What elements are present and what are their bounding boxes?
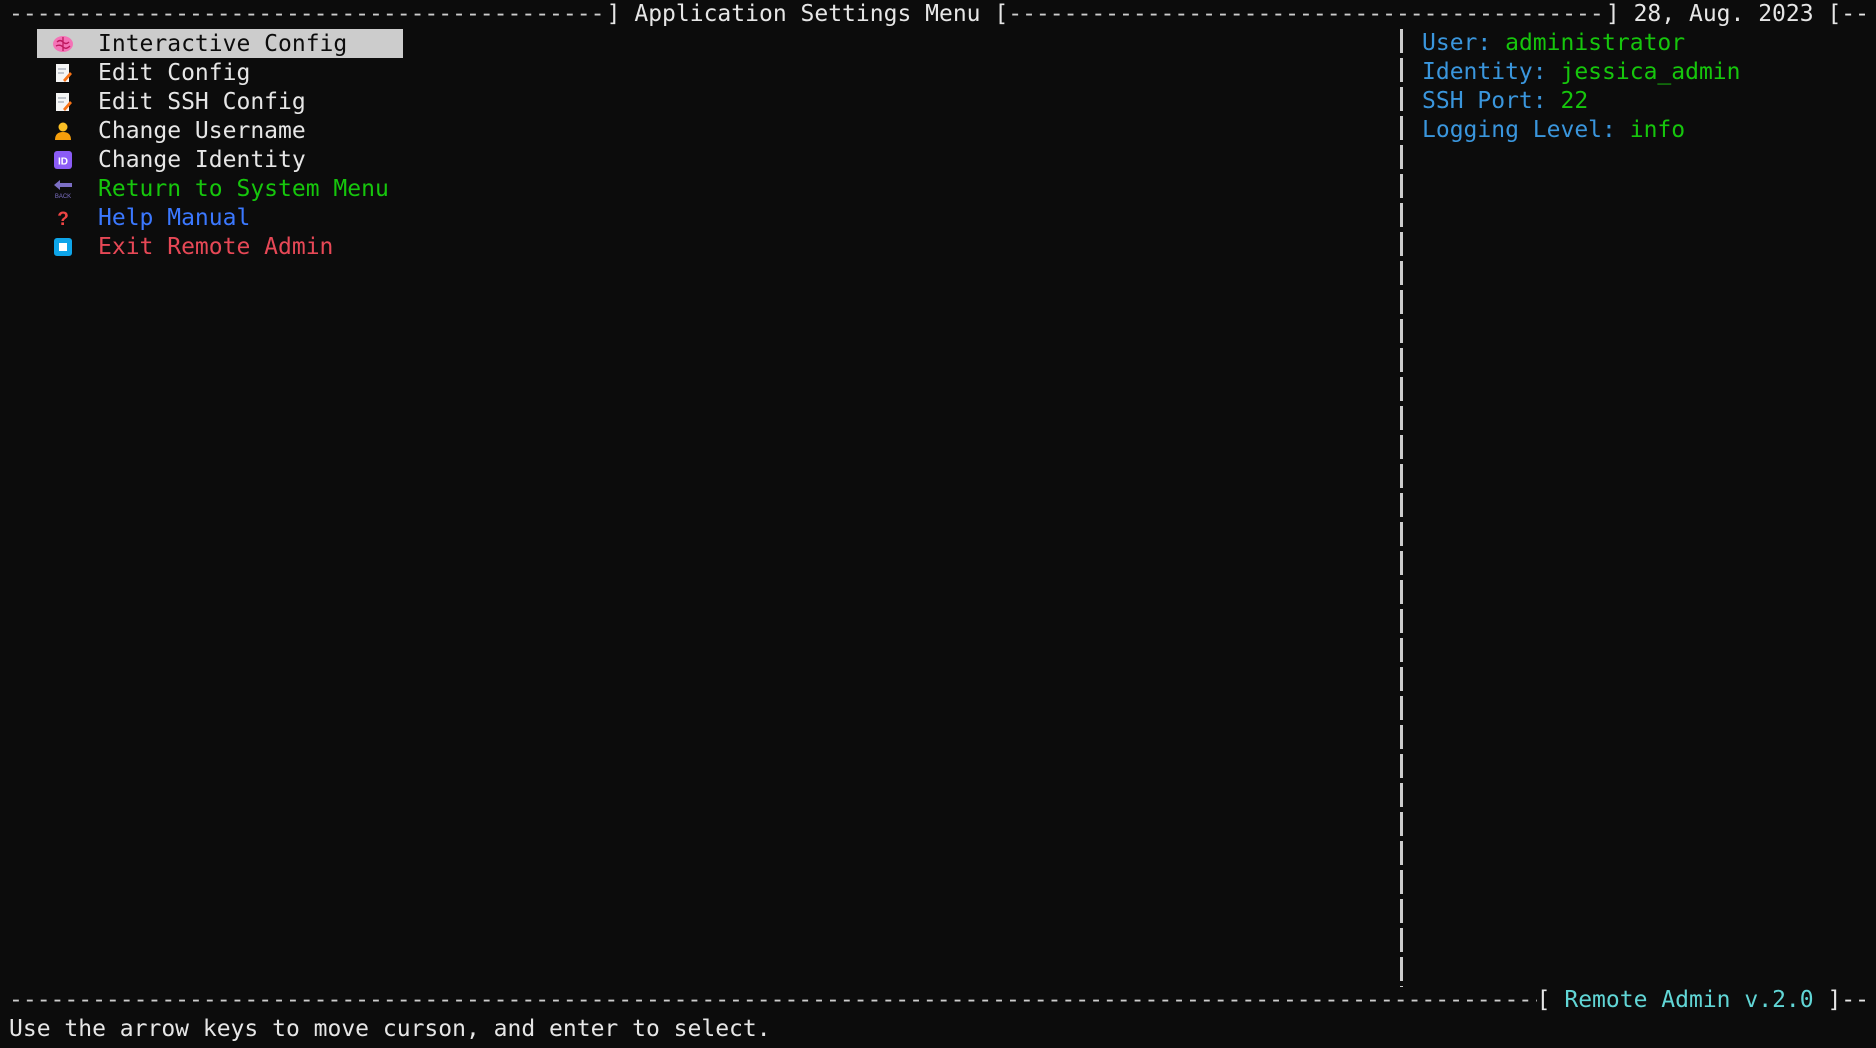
menu-item-help-manual[interactable]: ? Help Manual [37, 203, 403, 232]
page-title: ] Application Settings Menu [ [606, 1, 1009, 27]
info-label: User: [1422, 30, 1506, 56]
person-icon [52, 120, 74, 142]
menu-item-change-identity[interactable]: ID Change Identity [37, 145, 403, 174]
menu-item-change-username[interactable]: Change Username [37, 116, 403, 145]
info-logging-level: Logging Level: info [1422, 116, 1741, 145]
info-label: Identity: [1422, 59, 1561, 85]
id-icon: ID [52, 149, 74, 171]
info-ssh-port: SSH Port: 22 [1422, 87, 1741, 116]
menu-item-label: Interactive Config [98, 30, 348, 57]
info-value: 22 [1560, 88, 1589, 114]
menu-item-return-to-system-menu[interactable]: BACK Return to System Menu [37, 174, 403, 203]
brain-icon [52, 33, 74, 55]
menu-item-label: Change Identity [98, 146, 306, 173]
version-bracket-open: [ [1536, 987, 1565, 1013]
version-bracket-close: ]-- [1813, 987, 1869, 1013]
panel-divider [1400, 29, 1403, 987]
menu-item-label: Change Username [98, 117, 306, 144]
menu-item-edit-config[interactable]: Edit Config [37, 58, 403, 87]
stop-square-icon [52, 236, 74, 258]
info-value: info [1629, 117, 1686, 143]
info-user: User: administrator [1422, 29, 1741, 58]
info-value: administrator [1505, 30, 1686, 56]
info-panel: User: administrator Identity: jessica_ad… [1422, 29, 1741, 145]
info-label: SSH Port: [1422, 88, 1561, 114]
svg-text:?: ? [57, 209, 69, 228]
back-arrow-icon: BACK [52, 178, 74, 200]
svg-text:BACK: BACK [55, 194, 71, 199]
menu-item-label: Help Manual [98, 204, 251, 231]
info-value: jessica_admin [1560, 59, 1741, 85]
footer-border: ----------------------------------------… [9, 987, 1537, 1013]
menu-item-label: Return to System Menu [98, 175, 389, 202]
menu-item-exit-remote-admin[interactable]: Exit Remote Admin [37, 232, 403, 261]
memo-icon [52, 62, 74, 84]
version-label: Remote Admin v.2.0 [1564, 987, 1814, 1013]
menu-item-interactive-config[interactable]: Interactive Config [37, 29, 403, 58]
footer-bar: ----------------------------------------… [9, 986, 1869, 1015]
menu-item-label: Edit SSH Config [98, 88, 306, 115]
title-border-right: ----------------------------------------… [1008, 1, 1606, 27]
title-bar: ----------------------------------------… [9, 0, 1869, 29]
status-hint: Use the arrow keys to move curson, and e… [9, 1016, 771, 1042]
svg-text:ID: ID [58, 156, 68, 167]
settings-menu: Interactive Config Edit Config Edit SSH … [37, 29, 403, 261]
date-display: ] 28, Aug. 2023 [-- [1605, 1, 1869, 27]
info-label: Logging Level: [1422, 117, 1630, 143]
menu-item-label: Edit Config [98, 59, 251, 86]
info-identity: Identity: jessica_admin [1422, 58, 1741, 87]
memo-icon [52, 91, 74, 113]
menu-item-label: Exit Remote Admin [98, 233, 334, 260]
question-mark-icon: ? [52, 207, 74, 229]
title-border-left: ----------------------------------------… [9, 1, 607, 27]
menu-item-edit-ssh-config[interactable]: Edit SSH Config [37, 87, 403, 116]
